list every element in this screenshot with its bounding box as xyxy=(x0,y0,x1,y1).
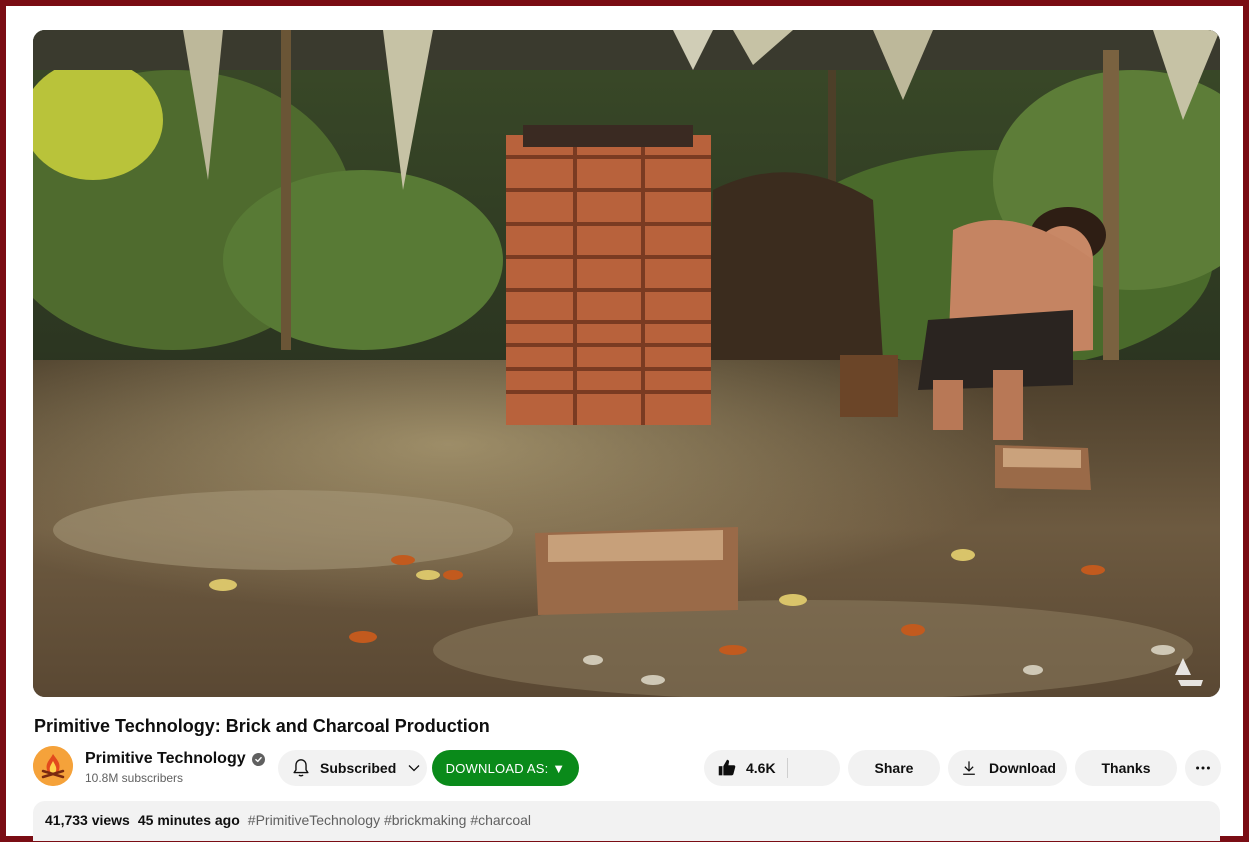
brick-stack xyxy=(506,125,711,425)
subscribed-button[interactable]: Subscribed xyxy=(278,750,427,786)
download-label: Download xyxy=(989,760,1056,776)
thumbs-up-icon xyxy=(716,757,738,779)
more-horizontal-icon xyxy=(1193,758,1213,778)
share-button[interactable]: Share xyxy=(848,750,940,786)
like-button[interactable]: 4.6K xyxy=(704,750,840,786)
video-frame xyxy=(33,30,1220,697)
video-player[interactable] xyxy=(33,30,1220,697)
subscribed-label: Subscribed xyxy=(320,760,397,776)
like-count: 4.6K xyxy=(746,760,776,776)
download-arrow-icon xyxy=(959,758,979,778)
share-label: Share xyxy=(874,760,914,776)
like-dislike-divider xyxy=(787,758,788,778)
bell-icon xyxy=(290,757,312,779)
thanks-label: Thanks xyxy=(1101,760,1151,776)
description-box[interactable]: 41,733 views 45 minutes ago #PrimitiveTech… xyxy=(33,801,1220,841)
download-as-button[interactable]: DOWNLOAD AS: ▼ xyxy=(432,750,579,786)
youtube-watch-page: Primitive Technology: Brick and Charcoal… xyxy=(6,6,1243,841)
upload-time: 45 minutes ago xyxy=(137,812,240,828)
channel-avatar[interactable] xyxy=(33,746,73,786)
subscriber-count: 10.8M subscribers xyxy=(85,771,184,785)
more-actions-button[interactable] xyxy=(1185,750,1221,786)
campfire-logo-icon xyxy=(33,746,73,786)
verified-check-icon xyxy=(251,752,265,766)
thanks-button[interactable]: Thanks xyxy=(1075,750,1177,786)
channel-name-text[interactable]: Primitive Technology xyxy=(85,749,246,769)
video-title: Primitive Technology: Brick and Charcoal… xyxy=(34,716,490,736)
download-button[interactable]: Download xyxy=(948,750,1067,786)
view-count: 41,733 views xyxy=(45,812,130,828)
hashtags[interactable]: #PrimitiveTechnology #brickmaking #charc… xyxy=(248,812,531,828)
channel-name[interactable]: Primitive Technology xyxy=(85,749,265,769)
chevron-down-icon xyxy=(404,758,424,778)
owner-row: Primitive Technology 10.8M subscribers S… xyxy=(33,746,1221,786)
